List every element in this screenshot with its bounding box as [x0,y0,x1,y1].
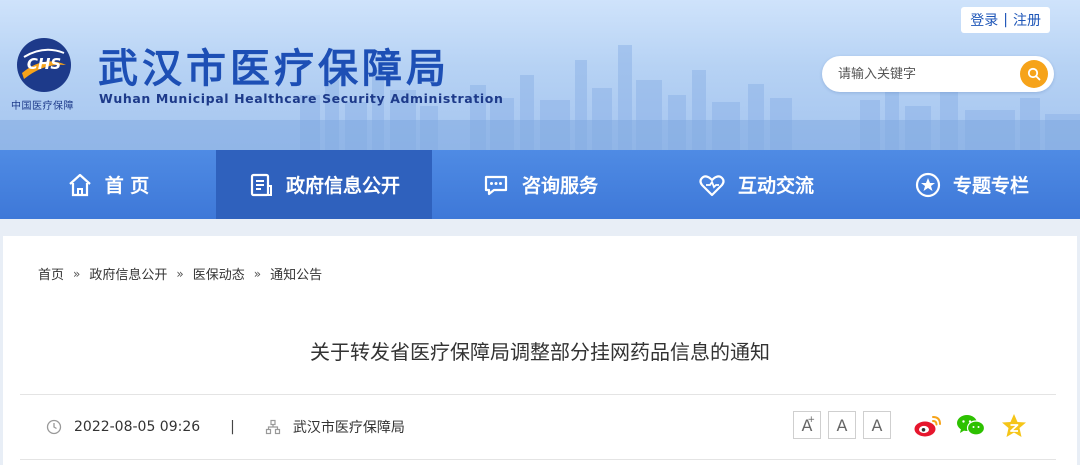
share-buttons [913,411,1042,441]
qzone-star-icon [1002,414,1026,437]
org-chart-icon [265,419,280,435]
main-nav: 首 页 政府信息公开 咨询服务 互动交流 专题专栏 [0,150,1080,219]
share-weibo-button[interactable] [913,411,943,441]
star-icon [915,172,941,197]
auth-separator: | [1003,12,1008,28]
heart-icon [699,174,725,196]
article-panel: 首页 » 政府信息公开 » 医保动态 » 通知公告 关于转发省医疗保障局调整部分… [3,236,1077,465]
font-size-large-button[interactable]: A + [793,411,821,439]
login-link[interactable]: 登录 [970,10,998,30]
search-input[interactable] [838,64,1014,84]
font-size-medium-label: A [836,415,848,435]
nav-item-interaction[interactable]: 互动交流 [648,150,864,219]
nav-item-label: 政府信息公开 [285,175,400,197]
search-icon [1027,67,1041,81]
article-meta: 2022-08-05 09:26 | 武汉市医疗保障局 [46,417,405,437]
breadcrumb-separator: » [176,266,184,281]
nav-item-home[interactable]: 首 页 [0,150,216,219]
logo-subtitle: 中国医疗保障 [11,101,74,112]
breadcrumb-home[interactable]: 首页 [38,264,64,283]
share-qzone-button[interactable] [999,411,1029,441]
publish-date: 2022-08-05 09:26 [74,419,201,435]
clock-icon [46,419,62,435]
nav-item-government-info[interactable]: 政府信息公开 [216,150,432,219]
nav-item-label: 互动交流 [737,175,814,197]
chs-logo-icon[interactable]: CHS [14,35,74,95]
search-box [822,56,1054,92]
nav-item-special-topics[interactable]: 专题专栏 [864,150,1080,219]
font-size-plus-mark: + [807,415,815,425]
chat-icon [484,175,508,195]
nav-item-consulting[interactable]: 咨询服务 [432,150,648,219]
document-icon [250,173,272,196]
site-title-english: Wuhan Municipal Healthcare Security Admi… [99,91,504,106]
search-button[interactable] [1020,60,1048,88]
breadcrumb-separator: » [73,266,81,281]
share-wechat-button[interactable] [956,411,986,441]
logo-mark-text: CHS [27,55,61,73]
breadcrumb-government-info[interactable]: 政府信息公开 [89,264,167,283]
wechat-icon [957,415,986,436]
article-source: 武汉市医疗保障局 [292,420,405,436]
home-icon [68,173,91,196]
weibo-icon [914,416,941,437]
breadcrumb: 首页 » 政府信息公开 » 医保动态 » 通知公告 [38,264,322,284]
nav-item-label: 专题专栏 [952,175,1029,197]
register-link[interactable]: 注册 [1013,10,1041,30]
font-size-small-button[interactable]: A [863,411,891,439]
site-title: 武汉市医疗保障局 [98,46,450,92]
breadcrumb-news[interactable]: 医保动态 [193,264,245,283]
article-title: 关于转发省医疗保障局调整部分挂网药品信息的通知 [310,340,770,364]
nav-item-label: 首 页 [104,175,150,197]
font-size-controls: A + A A [793,411,898,439]
nav-item-label: 咨询服务 [521,175,598,197]
meta-divider: | [230,419,235,435]
site-header: 登录 | 注册 CHS 中国医疗保障 武汉市医疗保障局 Wuhan Munici… [0,0,1080,150]
auth-links: 登录 | 注册 [961,7,1050,33]
font-size-medium-button[interactable]: A [828,411,856,439]
font-size-small-label: A [871,415,883,435]
breadcrumb-notices[interactable]: 通知公告 [270,264,322,283]
breadcrumb-separator: » [253,266,262,281]
article-meta-bar: 2022-08-05 09:26 | 武汉市医疗保障局 A + A A [20,394,1056,460]
